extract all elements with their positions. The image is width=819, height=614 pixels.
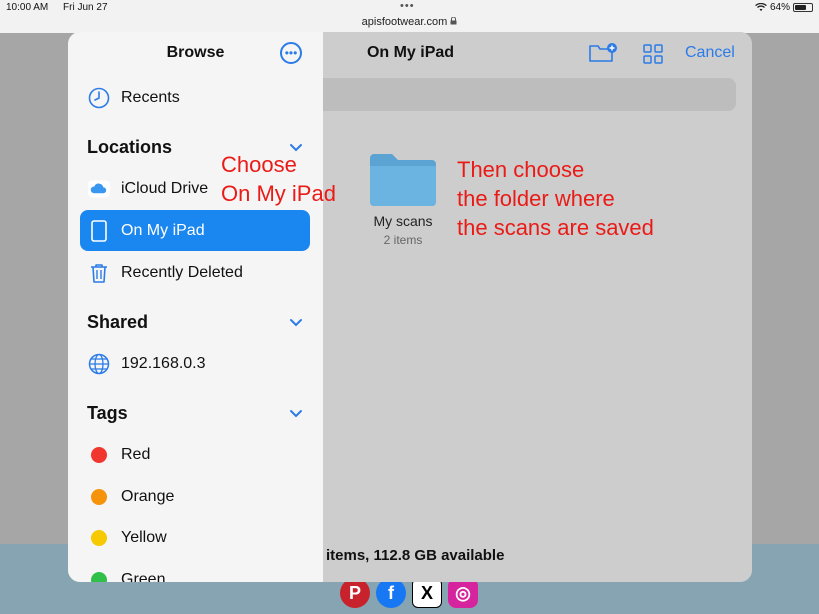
facebook-icon[interactable]: f	[376, 578, 406, 608]
sidebar-item-label: Yellow	[121, 528, 167, 546]
annotation-line: the scans are saved	[457, 215, 654, 240]
chevron-down-icon[interactable]	[289, 318, 303, 328]
sidebar-item-recently-deleted[interactable]: Recently Deleted	[80, 252, 310, 293]
status-bar: 10:00 AM Fri Jun 27 ••• apisfootwear.com…	[0, 0, 819, 33]
tag-color-dot	[91, 488, 107, 505]
sidebar-item-tag-red[interactable]: Red	[80, 434, 310, 475]
globe-icon	[88, 353, 110, 375]
sidebar-item-label: iCloud Drive	[121, 179, 209, 197]
status-date: Fri Jun 27	[63, 2, 108, 13]
annotation-line: Choose	[221, 152, 297, 177]
shared-header: Shared	[87, 312, 149, 332]
folder-icon[interactable]	[368, 152, 438, 207]
url-bar[interactable]: apisfootwear.com	[0, 16, 819, 28]
chevron-down-icon[interactable]	[289, 409, 303, 419]
url-text: apisfootwear.com	[361, 16, 448, 28]
folder-item-count: 2 items	[383, 233, 423, 247]
annotation-then-choose: Then choose the folder where the scans a…	[457, 155, 654, 242]
status-time: 10:00 AM	[6, 2, 49, 13]
tag-color-dot	[91, 529, 107, 546]
new-folder-icon[interactable]	[588, 42, 618, 64]
cloud-icon	[88, 178, 110, 200]
trash-icon	[88, 262, 110, 284]
sidebar-item-tag-orange[interactable]: Orange	[80, 476, 310, 517]
sidebar-item-label: Recents	[121, 88, 180, 106]
sidebar-item-label: Recently Deleted	[121, 263, 243, 281]
sidebar-item-label: On My iPad	[121, 221, 205, 239]
annotation-choose: Choose On My iPad	[221, 150, 336, 208]
annotation-line: the folder where	[457, 186, 615, 211]
main-pane: On My iPad Cancel My scans 2 items items…	[323, 32, 752, 582]
tag-color-dot	[91, 571, 107, 582]
status-right: 64%	[755, 2, 813, 13]
sidebar-item-tag-yellow[interactable]: Yellow	[80, 517, 310, 558]
tags-header: Tags	[87, 403, 128, 423]
sidebar-item-label: Red	[121, 445, 151, 463]
lock-icon	[450, 16, 457, 25]
wifi-icon	[755, 3, 767, 11]
x-icon[interactable]: X	[412, 578, 442, 608]
folder-name[interactable]: My scans	[353, 213, 453, 229]
sidebar-item-shared-server[interactable]: 192.168.0.3	[80, 343, 310, 384]
grid-view-icon[interactable]	[643, 44, 663, 64]
status-left: 10:00 AM Fri Jun 27	[6, 2, 120, 13]
instagram-icon[interactable]: ◎	[448, 578, 478, 608]
sidebar-item-tag-green[interactable]: Green	[80, 559, 310, 582]
battery-percent: 64%	[769, 2, 790, 13]
pinterest-icon[interactable]: P	[340, 578, 370, 608]
sidebar: Browse ••• Recents Locations iCloud Driv…	[68, 32, 323, 582]
more-options-button[interactable]: •••	[280, 42, 302, 64]
battery-icon	[793, 3, 813, 12]
cancel-button[interactable]: Cancel	[685, 44, 735, 62]
sidebar-item-recents[interactable]: Recents	[80, 77, 310, 118]
sidebar-item-on-my-ipad[interactable]: On My iPad	[80, 210, 310, 251]
page-title: On My iPad	[366, 44, 455, 61]
ipad-icon	[88, 219, 110, 242]
annotation-line: Then choose	[457, 157, 585, 182]
search-bar[interactable]	[323, 78, 736, 111]
sidebar-item-label: Green	[121, 570, 166, 583]
social-links: P f X ◎	[340, 578, 478, 608]
sidebar-item-label: 192.168.0.3	[121, 354, 206, 372]
tag-color-dot	[91, 446, 107, 463]
multitasking-dots-icon[interactable]: •••	[400, 1, 415, 12]
file-picker-sheet: Browse ••• Recents Locations iCloud Driv…	[68, 32, 752, 582]
annotation-line: On My iPad	[221, 181, 336, 206]
clock-icon	[88, 87, 110, 109]
storage-status: items, 112.8 GB available	[326, 547, 505, 564]
sidebar-item-label: Orange	[121, 487, 175, 505]
